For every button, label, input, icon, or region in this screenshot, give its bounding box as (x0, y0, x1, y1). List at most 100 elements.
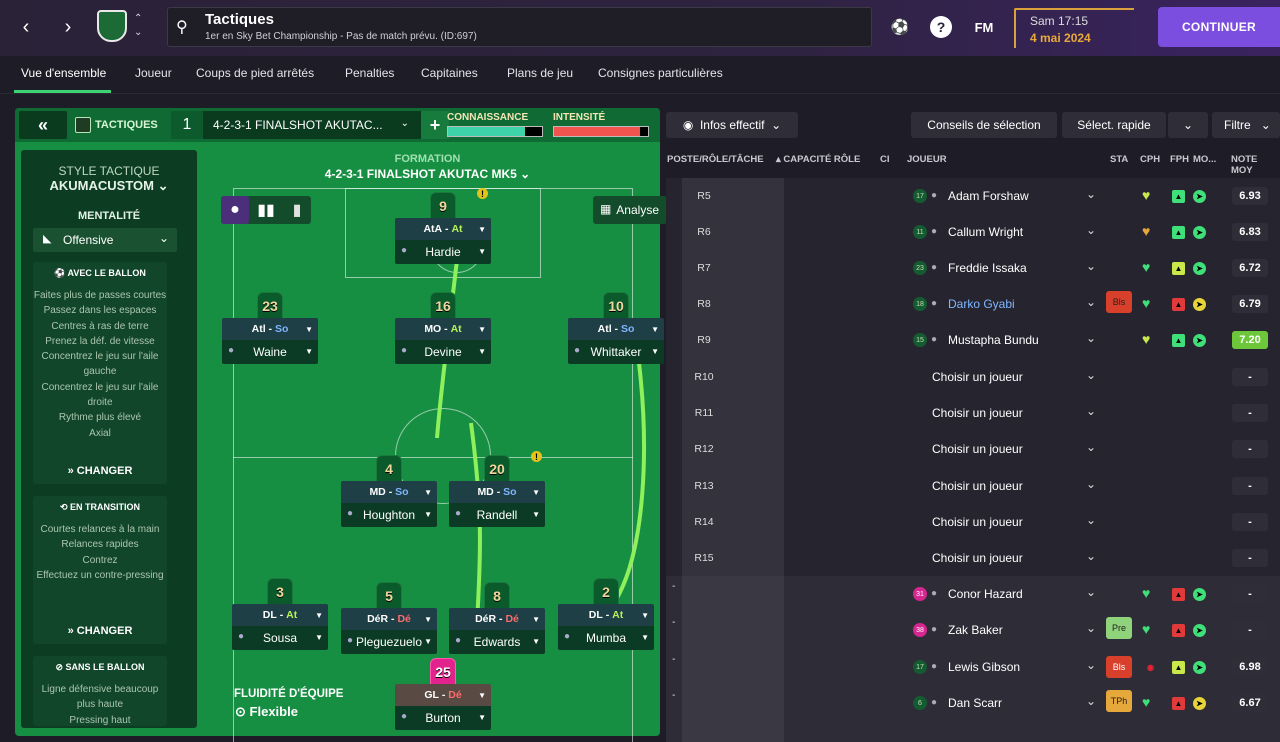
club-switch-chevrons-icon[interactable]: ⌃ ⌄ (134, 12, 142, 40)
column-morale[interactable]: MO... (1193, 154, 1216, 165)
role-select[interactable]: AtA - At ▼ (395, 218, 491, 240)
tab-match-plans[interactable]: Plans de jeu (507, 66, 573, 80)
player-view-icon[interactable]: ● (221, 196, 249, 224)
warning-icon[interactable]: ! (531, 451, 542, 462)
chevron-down-icon[interactable]: ⌄ (1086, 621, 1096, 635)
column-role-ability[interactable]: ▴ CAPACITÉ RÔLE (776, 154, 860, 165)
role-select[interactable]: DéR - Dé ▼ (341, 608, 437, 630)
squad-row[interactable]: R15 Choisir un joueur ⌄ - (666, 540, 1280, 576)
tactic-slot-number[interactable]: 1 (171, 111, 203, 139)
player-name[interactable]: Choisir un joueur (932, 551, 1023, 565)
player-select[interactable]: ● Houghton ▼ (341, 503, 437, 527)
social-feed-icon[interactable]: ⚽ (889, 16, 911, 38)
role-select[interactable]: MD - So ▼ (449, 481, 545, 503)
role-select[interactable]: MO - At ▼ (395, 318, 491, 340)
role-select[interactable]: Atl - So ▼ (222, 318, 318, 340)
player-select[interactable]: ● Sousa ▼ (232, 626, 328, 650)
column-condition[interactable]: CPH (1140, 154, 1160, 165)
chevron-down-icon[interactable]: ⌄ (1086, 585, 1096, 599)
player-select[interactable]: ● Devine ▼ (395, 340, 491, 364)
column-position[interactable]: POSTE/RÔLE/TÂCHE (667, 154, 764, 165)
intensity-bar[interactable] (553, 126, 649, 137)
chevron-down-icon[interactable]: ⌄ (1086, 331, 1096, 345)
chevron-down-icon[interactable]: ⌄ (1086, 187, 1096, 201)
status-badge[interactable]: TPh (1106, 690, 1132, 712)
player-name[interactable]: Dan Scarr (948, 696, 1002, 710)
player-select[interactable]: ● Hardie ▼ (395, 240, 491, 264)
player-name[interactable]: Lewis Gibson (948, 660, 1020, 674)
collapse-button[interactable]: « (19, 111, 67, 139)
filter-button[interactable]: Filtre ⌄ (1212, 112, 1280, 138)
chevron-down-icon[interactable]: ⌄ (1086, 295, 1096, 309)
squad-row[interactable]: R14 Choisir un joueur ⌄ - (666, 504, 1280, 540)
mentality-select[interactable]: ◣ Offensive ⌄ (33, 228, 177, 252)
quick-select-button[interactable]: Sélect. rapide (1062, 112, 1166, 138)
column-player[interactable]: JOUEUR (907, 154, 947, 165)
squad-row[interactable]: R7 23 ● Freddie Issaka ⌄ ♥ ▲ ➤ 6.72 (666, 250, 1280, 286)
chevron-down-icon[interactable]: ⌄ (1086, 513, 1096, 527)
add-tactic-button[interactable]: + (421, 111, 449, 139)
player-name[interactable]: Zak Baker (948, 623, 1003, 637)
player-select[interactable]: ● Waine ▼ (222, 340, 318, 364)
help-icon[interactable]: ? (930, 16, 952, 38)
status-badge[interactable]: Pre (1106, 617, 1132, 639)
chevron-down-icon[interactable]: ⌄ (1086, 223, 1096, 237)
squad-row[interactable]: - 17 ● Lewis Gibson ⌄ Bls ◉ ▲ ➤ 6.98 (666, 649, 1280, 685)
chevron-down-icon[interactable]: ⌄ (1086, 694, 1096, 708)
role-select[interactable]: MD - So ▼ (341, 481, 437, 503)
change-in-possession-button[interactable]: » CHANGER (33, 465, 167, 477)
squad-row[interactable]: R9 15 ● Mustapha Bundu ⌄ ♥ ▲ ➤ 7.20 (666, 322, 1280, 358)
back-arrow-icon[interactable]: ‹ (12, 13, 40, 41)
squad-row[interactable]: - 6 ● Dan Scarr ⌄ TPh ♥ ▲ ➤ 6.67 (666, 685, 1280, 721)
chevron-down-icon[interactable]: ⌄ (1086, 549, 1096, 563)
analyse-button[interactable]: ▦ Analyse (593, 196, 667, 224)
club-crest-icon[interactable] (97, 10, 127, 42)
squad-row[interactable]: R13 Choisir un joueur ⌄ - (666, 468, 1280, 504)
player-name[interactable]: Darko Gyabi (948, 297, 1015, 311)
role-select[interactable]: DL - At ▼ (558, 604, 654, 626)
chevron-down-icon[interactable]: ⌄ (1086, 440, 1096, 454)
squad-row[interactable]: R8 18 ● Darko Gyabi ⌄ Bls ♥ ▲ ➤ 6.79 (666, 286, 1280, 322)
style-name-select[interactable]: AKUMACUSTOM ⌄ (21, 178, 197, 194)
change-in-transition-button[interactable]: » CHANGER (33, 625, 167, 637)
player-select[interactable]: ● Randell ▼ (449, 503, 545, 527)
role-select[interactable]: DéR - Dé ▼ (449, 608, 545, 630)
player-name[interactable]: Callum Wright (948, 225, 1023, 239)
player-name[interactable]: Adam Forshaw (948, 189, 1029, 203)
forward-arrow-icon[interactable]: › (54, 13, 82, 41)
squad-row[interactable]: R5 17 ● Adam Forshaw ⌄ ♥ ▲ ➤ 6.93 (666, 178, 1280, 214)
squad-row[interactable]: R12 Choisir un joueur ⌄ - (666, 431, 1280, 467)
squad-row[interactable]: - 38 ● Zak Baker ⌄ Pre ♥ ▲ ➤ - (666, 612, 1280, 648)
tab-overview[interactable]: Vue d'ensemble (21, 66, 106, 80)
chevron-down-icon[interactable]: ⌄ (1086, 477, 1096, 491)
chevron-down-icon[interactable]: ⌄ (1086, 259, 1096, 273)
stats-view-icon[interactable]: ▮▮ (252, 196, 280, 224)
alert-view-icon[interactable]: ▮ (283, 196, 311, 224)
chevron-down-icon[interactable]: ⌄ (1086, 368, 1096, 382)
player-select[interactable]: ● Burton ▼ (395, 706, 491, 730)
role-select[interactable]: GL - Dé ▼ (395, 684, 491, 706)
column-fitness[interactable]: FPH (1170, 154, 1189, 165)
tab-individual-instructions[interactable]: Consignes particulières (598, 66, 723, 80)
player-select[interactable]: ● Whittaker ▼ (568, 340, 664, 364)
tab-player[interactable]: Joueur (135, 66, 172, 80)
selection-advice-button[interactable]: Conseils de sélection (911, 112, 1057, 138)
column-ci[interactable]: CI (880, 154, 890, 165)
squad-info-button[interactable]: ◉ Infos effectif ⌄ (666, 112, 798, 138)
squad-row[interactable]: - 31 ● Conor Hazard ⌄ ♥ ▲ ➤ - (666, 576, 1280, 612)
player-name[interactable]: Conor Hazard (948, 587, 1023, 601)
warning-icon[interactable]: ! (477, 188, 488, 199)
player-name[interactable]: Mustapha Bundu (948, 333, 1039, 347)
chevron-down-icon[interactable]: ⌄ (1086, 658, 1096, 672)
status-badge[interactable]: Bls (1106, 656, 1132, 678)
column-avg-rating[interactable]: NOTE MOY (1231, 154, 1280, 176)
player-select[interactable]: ● Edwards ▼ (449, 630, 545, 654)
quick-select-dropdown[interactable]: ⌄ (1168, 112, 1208, 138)
fm-menu-icon[interactable]: FM (972, 16, 996, 38)
player-name[interactable]: Choisir un joueur (932, 370, 1023, 384)
tab-set-pieces[interactable]: Coups de pied arrêtés (196, 66, 314, 80)
column-status[interactable]: STA (1110, 154, 1128, 165)
role-select[interactable]: DL - At ▼ (232, 604, 328, 626)
squad-row[interactable]: R6 11 ● Callum Wright ⌄ ♥ ▲ ➤ 6.83 (666, 214, 1280, 250)
player-name[interactable]: Choisir un joueur (932, 406, 1023, 420)
